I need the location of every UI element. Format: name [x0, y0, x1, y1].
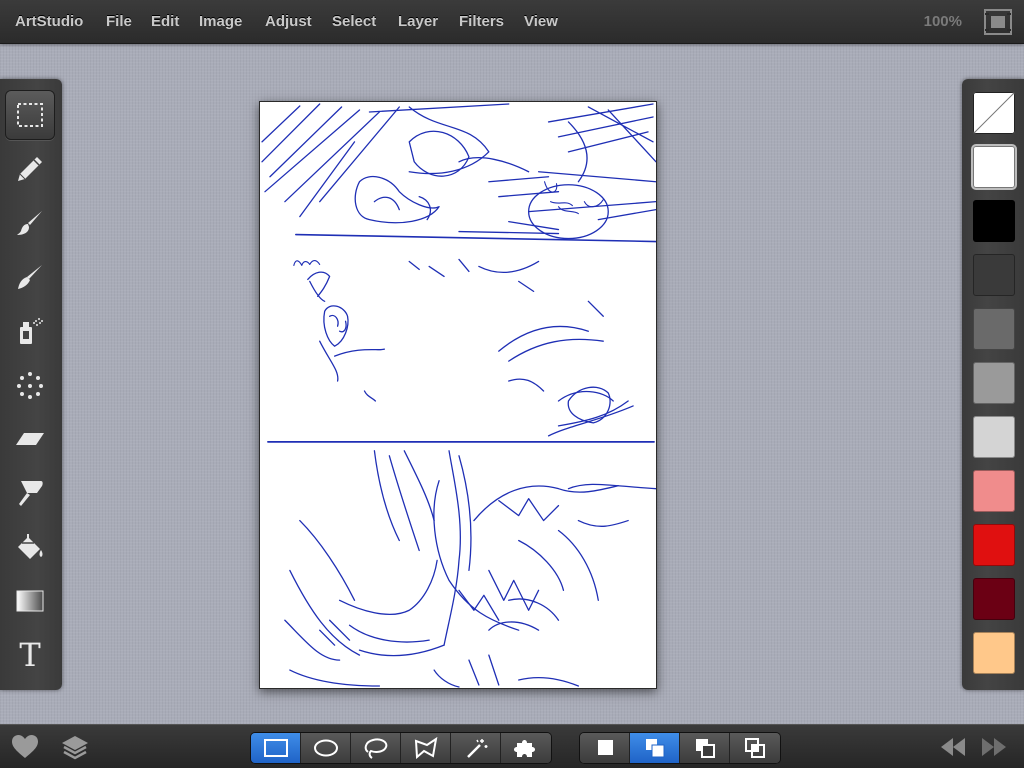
gradient-icon [16, 590, 44, 612]
selection-mode-group [580, 733, 780, 763]
menu-select[interactable]: Select [332, 0, 376, 44]
sketch-artwork [261, 103, 657, 688]
pencil-icon [18, 157, 42, 181]
menu-layer[interactable]: Layer [398, 0, 438, 44]
tool-brush[interactable] [5, 198, 55, 248]
paint-bucket-icon [18, 534, 43, 559]
tool-rectangle-select[interactable] [5, 90, 55, 140]
mode-new-icon [597, 740, 613, 755]
selection-puzzle[interactable] [501, 733, 551, 763]
marquee-icon [17, 103, 43, 127]
menu-image[interactable]: Image [199, 0, 242, 44]
tool-paint-bucket[interactable] [5, 522, 55, 572]
lasso-icon [364, 738, 387, 759]
tool-gradient[interactable] [5, 576, 55, 626]
menubar: ArtStudio File Edit Image Adjust Select … [0, 0, 1024, 44]
mode-subtract-icon [695, 739, 715, 758]
polygon-lasso-icon [414, 737, 437, 759]
menu-filters[interactable]: Filters [459, 0, 504, 44]
rect-select-icon [263, 739, 288, 757]
selection-mode-subtract[interactable] [680, 733, 730, 763]
selection-polygon[interactable] [401, 733, 451, 763]
swatch-black[interactable] [973, 200, 1015, 242]
tool-eraser[interactable] [5, 414, 55, 464]
selection-ellipse[interactable] [301, 733, 351, 763]
tool-pencil[interactable] [5, 144, 55, 194]
fullscreen-icon[interactable] [984, 9, 1012, 35]
undo-icon[interactable] [939, 734, 967, 760]
swatch-pink[interactable] [973, 470, 1015, 512]
selection-lasso[interactable] [351, 733, 401, 763]
text-icon: T [19, 636, 41, 674]
tool-text[interactable]: T [5, 630, 55, 680]
color-panel [962, 79, 1024, 690]
app-name-menu[interactable]: ArtStudio [15, 0, 83, 44]
brush-icon [17, 211, 42, 235]
bottom-toolbar [0, 724, 1024, 768]
swatch-maroon[interactable] [973, 578, 1015, 620]
mode-add-icon [645, 739, 664, 758]
selection-mode-intersect[interactable] [730, 733, 780, 763]
ellipse-select-icon [313, 739, 338, 757]
scatter-dots-icon [17, 372, 43, 399]
selection-shape-group [251, 733, 551, 763]
menu-view[interactable]: View [524, 0, 558, 44]
swatch-gray[interactable] [973, 308, 1015, 350]
tool-scatter[interactable] [5, 360, 55, 410]
puzzle-icon [514, 740, 535, 757]
selection-mode-new[interactable] [580, 733, 630, 763]
magic-wand-icon [466, 739, 487, 758]
mode-intersect-icon [745, 738, 765, 758]
swatch-peach[interactable] [973, 632, 1015, 674]
redo-icon[interactable] [980, 734, 1008, 760]
ink-brush-icon [18, 265, 42, 289]
swatch-white[interactable] [973, 146, 1015, 188]
heart-icon[interactable] [11, 734, 39, 760]
spray-can-icon [20, 318, 43, 344]
tool-panel: T [0, 79, 62, 690]
menu-file[interactable]: File [106, 0, 132, 44]
swatch-red[interactable] [973, 524, 1015, 566]
smudge-icon [19, 481, 43, 506]
menu-edit[interactable]: Edit [151, 0, 179, 44]
eraser-icon [16, 433, 44, 445]
swatch-transparent[interactable] [973, 92, 1015, 134]
selection-mode-add[interactable] [630, 733, 680, 763]
drawing-canvas[interactable] [259, 101, 657, 689]
tool-ink-brush[interactable] [5, 252, 55, 302]
tool-smudge[interactable] [5, 468, 55, 518]
swatch-light-gray[interactable] [973, 416, 1015, 458]
zoom-level: 100% [923, 13, 962, 30]
tool-spray-can[interactable] [5, 306, 55, 356]
swatch-mid-gray[interactable] [973, 362, 1015, 404]
selection-magic-wand[interactable] [451, 733, 501, 763]
menu-adjust[interactable]: Adjust [265, 0, 312, 44]
swatch-dark-gray[interactable] [973, 254, 1015, 296]
selection-rectangle[interactable] [251, 733, 301, 763]
layers-icon[interactable] [61, 734, 89, 760]
